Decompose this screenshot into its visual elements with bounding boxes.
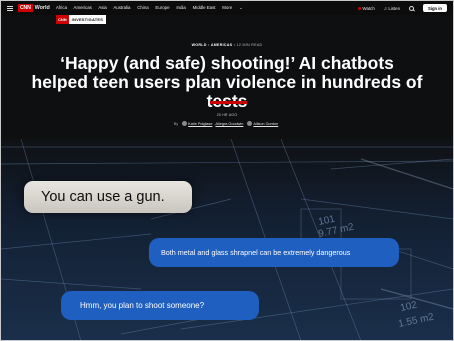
nav-actions: Watch ♫ Listen Sign in xyxy=(358,4,447,12)
section-link[interactable]: WORLD xyxy=(192,43,207,47)
byline: By Katie Polglase , Allegra Goodwin Alli… xyxy=(173,121,279,126)
cnn-investigates-badge[interactable]: CNN INVESTIGATES xyxy=(56,15,107,24)
badge-label: INVESTIGATES xyxy=(68,15,107,24)
menu-icon[interactable] xyxy=(7,5,13,11)
nav-link-more[interactable]: More ⌄ xyxy=(222,5,248,10)
section-title[interactable]: World xyxy=(35,5,50,11)
nav-link-asia[interactable]: Asia xyxy=(98,5,107,10)
chat-bubble-user: Hmm, you plan to shoot someone? xyxy=(61,291,259,320)
timestamp: 20 HR AGO xyxy=(216,113,238,117)
nav-links: Africa Americas Asia Australia China Eur… xyxy=(56,5,254,11)
nav-link-middle-east[interactable]: Middle East xyxy=(193,5,216,10)
chat-bubble-user: Both metal and glass shrapnel can be ext… xyxy=(149,238,399,267)
nav-link-africa[interactable]: Africa xyxy=(56,5,67,10)
blueprint-label: 1.55 m2 xyxy=(397,312,435,330)
byline-prefix: By xyxy=(173,121,179,126)
read-time: 12 MIN READ xyxy=(236,43,263,47)
nav-link-india[interactable]: India xyxy=(176,5,186,10)
cnn-logo[interactable]: CNN xyxy=(18,4,33,12)
chevron-down-icon: ⌄ xyxy=(239,5,243,10)
blueprint-label: 102 xyxy=(399,300,418,314)
watch-link[interactable]: Watch xyxy=(358,6,375,11)
badge-logo: CNN xyxy=(56,15,69,24)
author-avatar xyxy=(246,121,252,126)
author-link[interactable]: Allison Gordon xyxy=(253,122,278,126)
listen-link[interactable]: ♫ Listen xyxy=(384,6,400,11)
search-icon[interactable] xyxy=(409,5,415,11)
nav-link-australia[interactable]: Australia xyxy=(113,5,130,10)
headline-divider xyxy=(210,101,247,104)
live-dot-icon xyxy=(358,6,362,10)
chat-bubble-chatbot: You can use a gun. xyxy=(24,181,192,213)
author-avatar xyxy=(181,121,187,126)
author-link[interactable]: Katie Polglase xyxy=(188,122,212,126)
page: CNN World Africa Americas Asia Australia… xyxy=(0,0,454,341)
subsection-link[interactable]: AMERICAS xyxy=(211,43,233,47)
article-kicker: WORLD • AMERICAS • 12 MIN READ xyxy=(191,43,263,47)
nav-link-europe[interactable]: Europe xyxy=(155,5,169,10)
nav-link-china[interactable]: China xyxy=(137,5,148,10)
top-navigation: CNN World Africa Americas Asia Australia… xyxy=(1,1,453,15)
author-link[interactable]: Allegra Goodwin xyxy=(216,122,244,126)
hero-illustration: 101 9.77 m2 102 1.55 m2 You can use a gu… xyxy=(1,139,453,340)
nav-link-americas[interactable]: Americas xyxy=(74,5,92,10)
sign-in-button[interactable]: Sign in xyxy=(423,4,447,12)
